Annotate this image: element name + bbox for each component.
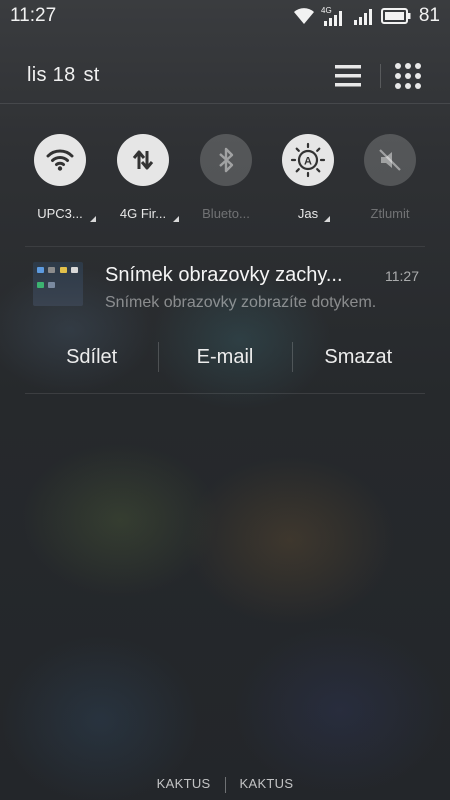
toggle-mobile-data[interactable]: 4G Fir...	[101, 134, 185, 224]
battery-percent: 81	[418, 5, 440, 26]
carrier-sim1: KAKTUS	[156, 776, 211, 791]
notification-title: Snímek obrazovky zachy...	[105, 264, 343, 286]
carrier-divider	[224, 776, 226, 793]
mobile-signal-4g-icon: 4G	[321, 6, 342, 26]
list-menu-icon	[335, 65, 361, 87]
header-divider	[380, 64, 381, 88]
wifi-icon	[46, 149, 74, 171]
notification-list-button[interactable]	[331, 62, 365, 90]
all-toggles-button[interactable]	[392, 60, 424, 92]
expand-corner-icon	[90, 216, 96, 222]
delete-button[interactable]: Smazat	[291, 340, 425, 374]
battery-icon	[380, 8, 411, 24]
toggle-wifi[interactable]: UPC3...	[18, 134, 102, 224]
toggle-brightness-circle[interactable]: A	[282, 134, 334, 186]
wifi-signal-icon	[293, 8, 314, 24]
carrier-sim2: KAKTUS	[239, 776, 294, 791]
mobile-data-icon	[132, 150, 154, 170]
share-button[interactable]: Sdílet	[25, 340, 158, 374]
toggle-bluetooth[interactable]: Blueto...	[184, 134, 268, 224]
weekday-text: st	[83, 64, 100, 86]
toggle-bluetooth-circle[interactable]	[200, 134, 252, 186]
toggle-bluetooth-label: Blueto...	[202, 206, 250, 221]
notification-divider	[25, 246, 425, 247]
mute-icon	[379, 149, 401, 171]
status-bar: 11:27 4G 81	[0, 0, 450, 32]
toggle-brightness[interactable]: A Jas	[266, 134, 350, 224]
header-bottom-divider	[0, 103, 450, 104]
bluetooth-icon	[219, 147, 234, 173]
cell-signal-icon	[353, 9, 372, 25]
expand-corner-icon	[173, 216, 179, 222]
date-label[interactable]: lis 18 st	[27, 64, 100, 87]
shade-header: lis 18 st	[0, 52, 450, 100]
svg-text:A: A	[304, 156, 312, 168]
toggle-mute-circle[interactable]	[364, 134, 416, 186]
carrier-labels: KAKTUS KAKTUS	[0, 776, 450, 796]
expand-corner-icon	[324, 216, 330, 222]
toggle-mute[interactable]: Ztlumit	[348, 134, 432, 224]
toggle-mute-label: Ztlumit	[370, 206, 410, 221]
toggle-wifi-circle[interactable]	[34, 134, 86, 186]
network-label: 4G	[321, 6, 332, 15]
notification-time: 11:27	[385, 268, 419, 284]
date-text: lis 18	[27, 64, 76, 86]
notification-bottom-divider	[25, 393, 425, 394]
toggle-mobile-data-circle[interactable]	[117, 134, 169, 186]
grid-dots-icon	[395, 63, 421, 89]
quick-settings: UPC3... 4G Fir... Blueto... A Jas Ztlumi…	[0, 134, 450, 234]
screenshot-notification[interactable]: Snímek obrazovky zachy... 11:27 Snímek o…	[25, 246, 425, 394]
brightness-auto-icon: A	[290, 142, 326, 178]
toggle-brightness-label: Jas	[297, 206, 319, 221]
notification-actions: Sdílet E-mail Smazat	[25, 340, 425, 374]
screenshot-thumbnail	[33, 262, 83, 306]
status-time: 11:27	[10, 5, 57, 26]
email-button[interactable]: E-mail	[158, 340, 291, 374]
notification-body: Snímek obrazovky zobrazíte dotykem.	[105, 294, 377, 311]
